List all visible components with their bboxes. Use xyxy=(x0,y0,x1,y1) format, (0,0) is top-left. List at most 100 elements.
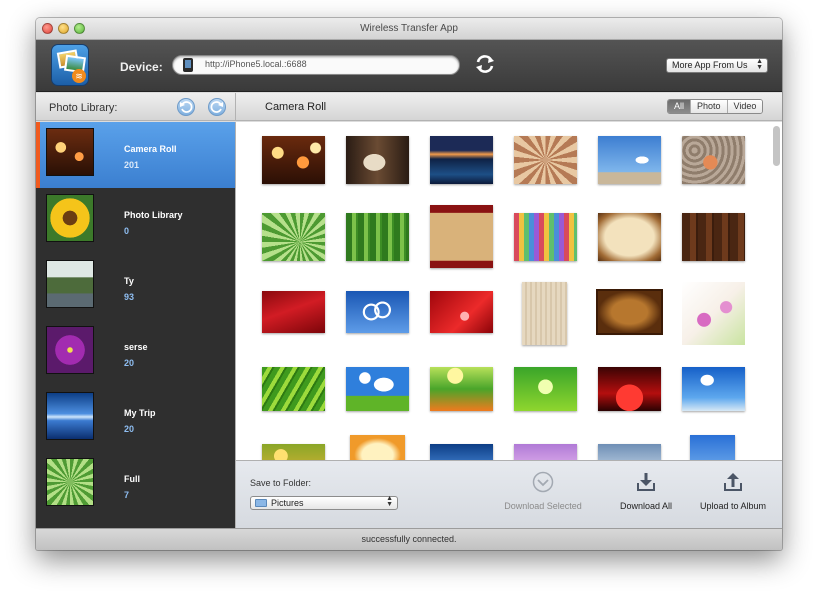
photo-thumbnail[interactable] xyxy=(690,435,735,460)
folder-value: Pictures xyxy=(271,498,304,508)
window-controls xyxy=(42,23,85,34)
photo-thumbnail[interactable] xyxy=(346,291,409,333)
photo-thumbnail[interactable] xyxy=(682,367,745,411)
photo-thumbnail[interactable] xyxy=(262,213,325,261)
photo-thumbnail[interactable] xyxy=(522,282,567,345)
save-to-folder-label: Save to Folder: xyxy=(250,478,312,488)
album-count: 7 xyxy=(124,490,130,500)
photo-thumbnail[interactable] xyxy=(598,444,661,460)
upload-to-album-label: Upload to Album xyxy=(699,501,767,511)
download-all-label: Download All xyxy=(619,501,673,511)
album-item-camera-roll[interactable]: Camera Roll 201 xyxy=(36,122,235,188)
album-name: Camera Roll xyxy=(124,144,177,154)
download-selected-button[interactable]: Download Selected xyxy=(498,471,588,511)
photo-thumbnail[interactable] xyxy=(514,367,577,411)
status-bar: successfully connected. xyxy=(36,528,782,550)
app-logo-icon: ≋ xyxy=(51,44,89,86)
status-text: successfully connected. xyxy=(361,534,457,544)
photo-library-header: Photo Library: xyxy=(36,93,235,121)
photo-thumbnail[interactable] xyxy=(514,444,577,460)
window-title: Wireless Transfer App xyxy=(360,23,458,34)
album-name: serse xyxy=(124,342,148,352)
upload-to-album-button[interactable]: Upload to Album xyxy=(696,471,770,511)
close-window-button[interactable] xyxy=(42,23,53,34)
device-label: Device: xyxy=(120,60,163,74)
bottom-action-bar: Save to Folder: Pictures ▲ ▼ Download Sel… xyxy=(235,460,782,528)
album-thumbnail xyxy=(46,458,94,506)
photo-thumbnail[interactable] xyxy=(430,367,493,411)
album-name: Full xyxy=(124,474,140,484)
album-item-ty[interactable]: Ty 93 xyxy=(36,254,235,320)
device-url-field[interactable]: http://iPhone5.local.:6688 xyxy=(172,55,460,75)
photo-thumbnail[interactable] xyxy=(430,136,493,184)
more-apps-dropdown[interactable]: More App From Us ▲ ▼ xyxy=(666,58,768,73)
album-name: Photo Library xyxy=(124,210,183,220)
album-item-full[interactable]: Full 7 xyxy=(36,452,235,518)
rotate-right-icon xyxy=(210,101,223,113)
photo-thumbnail[interactable] xyxy=(596,289,663,335)
grid-scrollbar[interactable] xyxy=(773,126,780,166)
iphone-icon xyxy=(183,58,193,72)
photo-thumbnail[interactable] xyxy=(682,136,745,184)
photo-thumbnail[interactable] xyxy=(598,136,661,184)
photo-thumbnail[interactable] xyxy=(346,213,409,261)
download-circle-icon xyxy=(532,471,554,493)
album-count: 93 xyxy=(124,292,135,302)
minimize-window-button[interactable] xyxy=(58,23,69,34)
album-thumbnail xyxy=(46,326,94,374)
more-apps-label: More App From Us xyxy=(672,60,748,70)
upload-tray-icon xyxy=(724,473,742,491)
download-tray-icon xyxy=(637,473,655,491)
rotate-right-button[interactable] xyxy=(208,98,226,116)
chevron-updown-icon: ▲ ▼ xyxy=(756,58,763,71)
title-bar: Wireless Transfer App xyxy=(36,18,782,40)
photo-thumbnail[interactable] xyxy=(350,435,405,460)
filter-all-tab[interactable]: All xyxy=(668,100,691,113)
album-count: 0 xyxy=(124,226,130,236)
album-thumbnail xyxy=(46,392,94,440)
photo-thumbnail[interactable] xyxy=(262,367,325,411)
chevron-updown-icon: ▲ ▼ xyxy=(386,495,393,508)
photo-thumbnail[interactable] xyxy=(346,367,409,411)
photo-thumbnail[interactable] xyxy=(430,444,493,460)
folder-icon xyxy=(255,499,267,507)
album-sidebar: Camera Roll 201 Photo Library 0 Ty 93 se… xyxy=(36,122,235,528)
device-url-text: http://iPhone5.local.:6688 xyxy=(205,59,307,69)
rotate-left-button[interactable] xyxy=(177,98,195,116)
filter-photo-tab[interactable]: Photo xyxy=(690,100,727,113)
album-name: Ty xyxy=(124,276,134,286)
photo-thumbnail[interactable] xyxy=(598,367,661,411)
filter-video-tab[interactable]: Video xyxy=(726,100,763,113)
album-count: 201 xyxy=(124,160,140,170)
album-count: 20 xyxy=(124,424,135,434)
album-thumbnail xyxy=(46,128,94,176)
photo-grid xyxy=(235,122,782,460)
photo-thumbnail[interactable] xyxy=(262,136,325,184)
album-item-photo-library[interactable]: Photo Library 0 xyxy=(36,188,235,254)
album-count: 20 xyxy=(124,358,135,368)
refresh-arrows-icon[interactable] xyxy=(474,53,496,75)
photo-thumbnail[interactable] xyxy=(514,213,577,261)
toolbar: ≋ Device: http://iPhone5.local.:6688 Mor… xyxy=(36,40,782,92)
photo-thumbnail[interactable] xyxy=(682,282,745,345)
download-all-button[interactable]: Download All xyxy=(614,471,678,511)
photo-thumbnail[interactable] xyxy=(346,136,409,184)
album-thumbnail xyxy=(46,194,94,242)
photo-thumbnail[interactable] xyxy=(262,444,325,460)
media-filter-segmented: All Photo Video xyxy=(667,99,764,114)
gallery-header: Camera Roll All Photo Video xyxy=(235,93,782,121)
photo-thumbnail[interactable] xyxy=(682,213,745,261)
album-thumbnail xyxy=(46,260,94,308)
app-window: Wireless Transfer App ≋ Device: http://i… xyxy=(36,18,782,550)
photo-thumbnail[interactable] xyxy=(430,205,493,268)
folder-dropdown[interactable]: Pictures ▲ ▼ xyxy=(250,495,398,510)
photo-thumbnail[interactable] xyxy=(262,291,325,333)
album-item-serse[interactable]: serse 20 xyxy=(36,320,235,386)
gallery-title: Camera Roll xyxy=(265,101,327,113)
album-item-my-trip[interactable]: My Trip 20 xyxy=(36,386,235,452)
photo-thumbnail[interactable] xyxy=(430,291,493,333)
photo-thumbnail[interactable] xyxy=(598,213,661,261)
photo-thumbnail[interactable] xyxy=(514,136,577,184)
zoom-window-button[interactable] xyxy=(74,23,85,34)
download-selected-label: Download Selected xyxy=(504,501,582,511)
